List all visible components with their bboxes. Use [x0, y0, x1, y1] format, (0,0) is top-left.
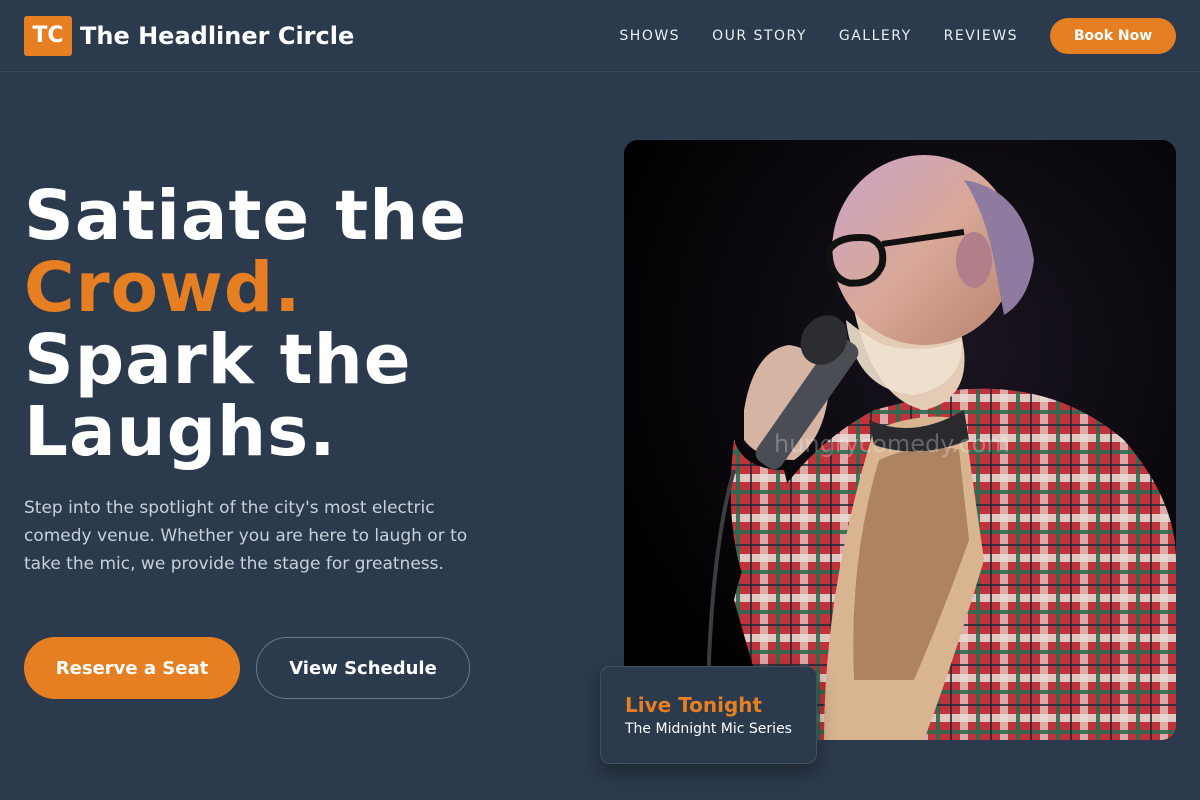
reserve-seat-button[interactable]: Reserve a Seat: [24, 637, 240, 699]
hero-image: hungrycomedy.com: [624, 140, 1176, 740]
logo[interactable]: TC The Headliner Circle: [24, 15, 355, 56]
hero-title: Satiate the Crowd. Spark the Laughs.: [24, 180, 467, 468]
live-card-title: Live Tonight: [625, 693, 763, 717]
brand-name: The Headliner Circle: [80, 21, 355, 50]
hero-description: Step into the spotlight of the city's mo…: [24, 498, 468, 574]
live-tonight-card[interactable]: Live Tonight The Midnight Mic Series: [600, 666, 817, 764]
nav-link-shows[interactable]: SHOWS: [619, 28, 680, 44]
hero-title-accent: Crowd.: [24, 248, 302, 328]
nav-link-gallery[interactable]: GALLERY: [839, 28, 912, 44]
image-watermark: hungrycomedy.com: [774, 430, 1010, 458]
hero-title-line-4: Laughs.: [24, 392, 337, 472]
logo-badge: TC: [24, 15, 72, 56]
nav-link-our-story[interactable]: OUR STORY: [712, 28, 807, 44]
view-schedule-button[interactable]: View Schedule: [256, 637, 470, 699]
nav-link-reviews[interactable]: REVIEWS: [944, 28, 1018, 44]
hero-title-line-1: Satiate the: [24, 176, 468, 256]
hero-title-line-3: Spark the: [24, 320, 412, 400]
navbar: TC The Headliner Circle SHOWS OUR STORY …: [0, 0, 1200, 72]
book-now-button[interactable]: Book Now: [1050, 17, 1176, 54]
live-card-subtitle: The Midnight Mic Series: [625, 721, 792, 737]
comedian-photo: hungrycomedy.com: [624, 140, 1176, 740]
main-nav: SHOWS OUR STORY GALLERY REVIEWS Book Now: [619, 17, 1176, 54]
